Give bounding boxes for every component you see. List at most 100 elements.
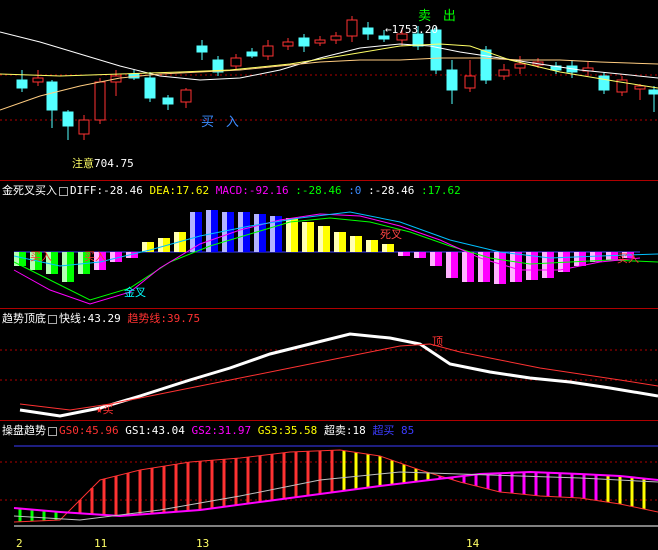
macd-bar-highlight <box>478 252 483 282</box>
trend-buy-label: 买 <box>102 403 114 416</box>
panel-divider <box>0 420 658 421</box>
macd-value: MACD:-92.16 <box>215 184 289 197</box>
candle <box>446 69 458 91</box>
buy-signal-label: 买 入 <box>201 115 241 130</box>
gold-cross-label: 金叉 <box>124 286 146 299</box>
candle <box>94 81 106 121</box>
candle <box>298 37 310 47</box>
top-signal-label: 顶 <box>432 335 443 348</box>
candle <box>480 49 492 81</box>
candle <box>648 89 658 95</box>
x-axis-tick: 14 <box>466 537 480 550</box>
candle <box>282 41 294 47</box>
macd-bar-highlight <box>334 232 339 252</box>
buy-signal-star: ★买 <box>96 403 114 416</box>
candle <box>196 45 208 53</box>
candle <box>330 35 342 41</box>
macd-bar-highlight <box>318 226 323 252</box>
op-title: 操盘趋势 <box>2 424 46 437</box>
macd-bar-highlight <box>526 252 531 280</box>
chart-canvas <box>0 16 658 527</box>
trend-title: 趋势顶底 <box>2 312 46 325</box>
macd-bar-highlight <box>398 252 403 256</box>
gs0-value: GS0:45.96 <box>59 424 119 437</box>
oversold-value: 超买 85 <box>372 424 415 437</box>
candle <box>498 69 510 77</box>
candle <box>514 63 526 69</box>
macd-bar-highlight <box>430 252 435 266</box>
sell-signal-label: 卖 出 <box>418 9 458 24</box>
low-price-label: 注意704.75 <box>72 157 134 170</box>
candle <box>162 97 174 105</box>
candle <box>598 75 610 91</box>
macd-bar-highlight <box>110 252 115 262</box>
macd-bar-highlight <box>366 240 371 252</box>
candle <box>16 79 28 89</box>
candle <box>230 57 242 67</box>
candle <box>634 85 646 90</box>
macd-bar-highlight <box>574 252 579 266</box>
macd-bar-highlight <box>382 244 387 252</box>
macd-bar-highlight <box>494 252 499 284</box>
macd-bar-highlight <box>238 212 243 252</box>
macd-bar-highlight <box>158 238 163 252</box>
macd-v6: :-28.46 <box>368 184 415 197</box>
buy-in-label-1: 买入 <box>30 250 52 263</box>
x-axis-tick: 11 <box>94 537 108 550</box>
buy-in-label-3: 买入 <box>617 252 639 265</box>
candle <box>262 45 274 57</box>
macd-bar-highlight <box>542 252 547 278</box>
macd-bar-highlight <box>78 252 83 274</box>
gs2-value: GS2:31.97 <box>191 424 252 437</box>
collapse-box-icon[interactable] <box>48 426 57 436</box>
macd-v5: :0 <box>348 184 362 197</box>
fast-line-value: 快线:43.29 <box>59 312 121 325</box>
macd-bar-highlight <box>462 252 467 282</box>
candle <box>246 51 258 57</box>
collapse-box-icon[interactable] <box>48 314 57 324</box>
candle <box>378 35 390 40</box>
fast-line <box>19 332 658 418</box>
stock-chart[interactable]: 买 入 卖 出 ←1753.20 注意704.75 金死叉买入 DIFF:-28.… <box>0 0 658 550</box>
high-price-label: ←1753.20 <box>385 23 438 36</box>
candle <box>464 75 476 89</box>
trend-line <box>19 343 658 411</box>
trend-header: 趋势顶底 快线:43.29 趋势线:39.75 <box>2 312 200 325</box>
dea-value: DEA:17.62 <box>149 184 210 197</box>
op-header: 操盘趋势 GS0:45.96 GS1:43.04 GS2:31.97 GS3:35… <box>2 424 414 437</box>
candle <box>430 29 442 71</box>
macd-v7: :17.62 <box>421 184 461 197</box>
overbought-value: 超卖:18 <box>323 424 366 437</box>
candle <box>346 19 358 37</box>
x-axis-tick: 13 <box>196 537 210 550</box>
candle <box>62 111 74 127</box>
candle <box>78 119 90 135</box>
collapse-box-icon[interactable] <box>59 186 68 196</box>
macd-bar-highlight <box>222 212 227 252</box>
low-price-value: 704.75 <box>94 157 134 170</box>
macd-v4: :-28.46 <box>295 184 342 197</box>
panel-divider <box>0 180 658 181</box>
trend-line-value: 趋势线:39.75 <box>127 312 201 325</box>
candle <box>314 39 326 44</box>
macd-bar-highlight <box>190 212 195 252</box>
gs3-value: GS3:35.58 <box>257 424 318 437</box>
panel-divider <box>0 308 658 309</box>
macd-header: 金死叉买入 DIFF:-28.46 DEA:17.62 MACD:-92.16 :… <box>2 184 461 197</box>
diff-value: DIFF:-28.46 <box>70 184 143 197</box>
macd-bar-highlight <box>62 252 67 282</box>
macd-title: 金死叉买入 <box>2 184 57 197</box>
high-price-value: 1753.20 <box>391 23 438 36</box>
x-axis-tick: 2 <box>16 537 23 550</box>
ma-line <box>0 31 658 81</box>
macd-bar-highlight <box>446 252 451 278</box>
macd-bar-highlight <box>350 236 355 252</box>
death-cross-label: 死叉 <box>380 228 402 241</box>
candle <box>46 81 58 111</box>
candle <box>180 89 192 103</box>
candle <box>32 77 44 83</box>
candle <box>362 27 374 35</box>
buy-in-label-2: 买入 <box>84 250 106 263</box>
gs1-value: GS1:43.04 <box>125 424 185 437</box>
macd-bar-highlight <box>414 252 419 258</box>
